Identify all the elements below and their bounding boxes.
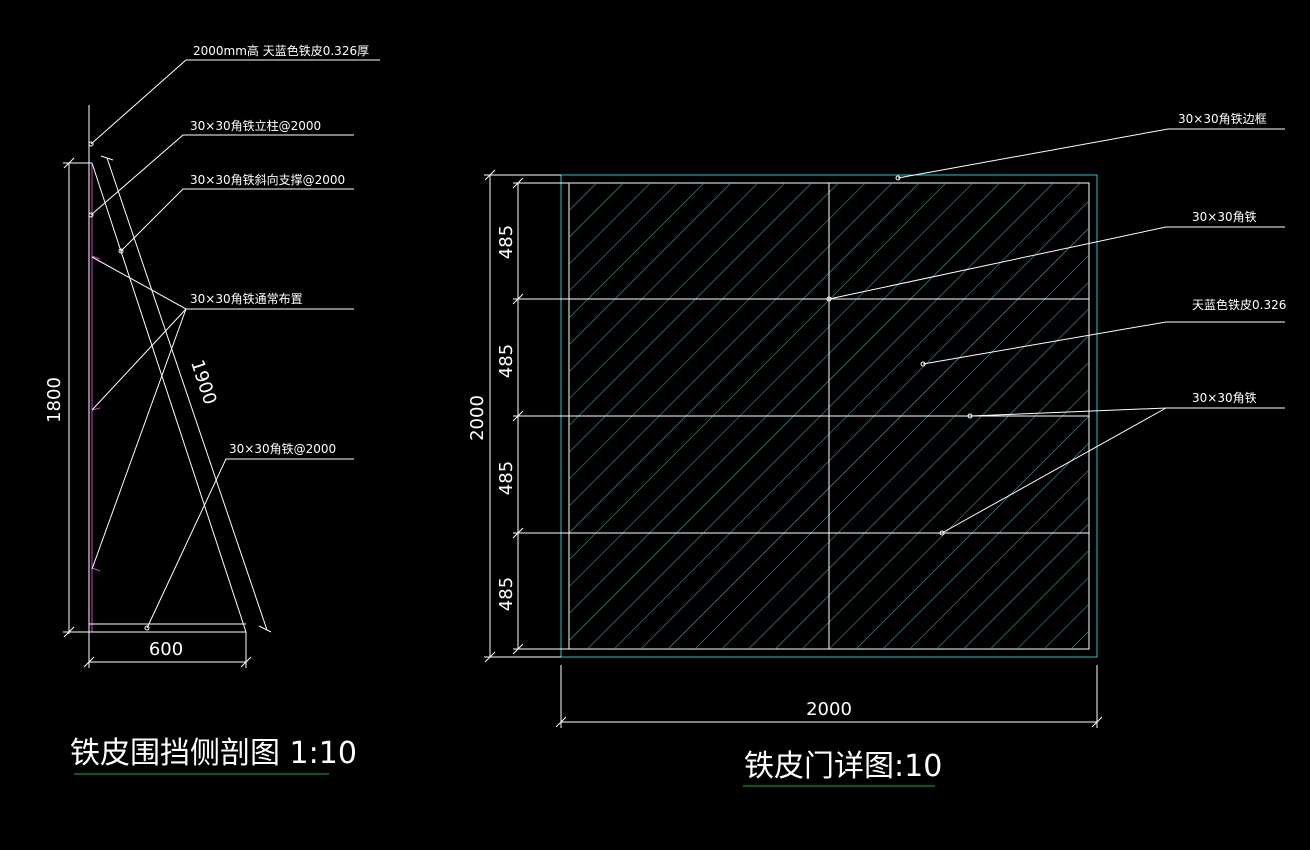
dimension-total-height-text: 2000 (467, 395, 488, 441)
label-door-sheet: 天蓝色铁皮0.326 (1192, 298, 1286, 312)
dimension-base: 600 (83, 632, 252, 668)
side-section-view: 1800 600 1900 2000mm高 天蓝色铁皮0.326厚 30×30角… (44, 43, 380, 775)
post-angle-marks (91, 255, 101, 572)
dimension-height-text: 1800 (44, 377, 65, 423)
dimension-brace-text: 1900 (186, 357, 220, 407)
label-door-frame: 30×30角铁边框 (1178, 112, 1267, 126)
door-view-title: 铁皮门详图:10 (744, 749, 942, 784)
brace-tick-bottom (258, 625, 272, 633)
dimension-width-text: 2000 (806, 699, 852, 720)
dimension-segments: 485 485 485 485 (496, 177, 569, 655)
label-door-angle-2: 30×30角铁 (1192, 391, 1257, 405)
brace-inner-line (91, 162, 247, 633)
dimension-segment-3: 485 (496, 461, 517, 495)
dimension-segment-4: 485 (496, 577, 517, 611)
dimension-segment-1: 485 (496, 225, 517, 259)
label-door-angle-1: 30×30角铁 (1192, 210, 1257, 224)
leader-base: 30×30角铁@2000 (144, 442, 354, 631)
label-base: 30×30角铁@2000 (229, 442, 336, 456)
door-detail-view: 2000 485 485 485 485 2000 30×30角铁边框 30×3… (467, 112, 1286, 787)
cad-drawing: 1800 600 1900 2000mm高 天蓝色铁皮0.326厚 30×30角… (44, 43, 1286, 787)
label-sheet: 2000mm高 天蓝色铁皮0.326厚 (193, 43, 369, 58)
label-post: 30×30角铁立柱@2000 (190, 118, 321, 133)
dimension-base-text: 600 (149, 639, 183, 660)
dimension-segment-2: 485 (496, 344, 517, 378)
leader-continuous: 30×30角铁通常布置 (91, 256, 354, 570)
label-continuous: 30×30角铁通常布置 (190, 292, 303, 306)
dimension-height: 1800 (44, 157, 92, 638)
label-brace: 30×30角铁斜向支撑@2000 (190, 172, 345, 187)
side-view-title: 铁皮围挡侧剖图 1:10 (70, 736, 357, 771)
dimension-width: 2000 (555, 665, 1103, 728)
brace-outer-line (106, 157, 268, 631)
leader-brace: 30×30角铁斜向支撑@2000 (118, 172, 354, 254)
leader-door-frame: 30×30角铁边框 (895, 112, 1285, 181)
leader-post: 30×30角铁立柱@2000 (88, 118, 354, 218)
